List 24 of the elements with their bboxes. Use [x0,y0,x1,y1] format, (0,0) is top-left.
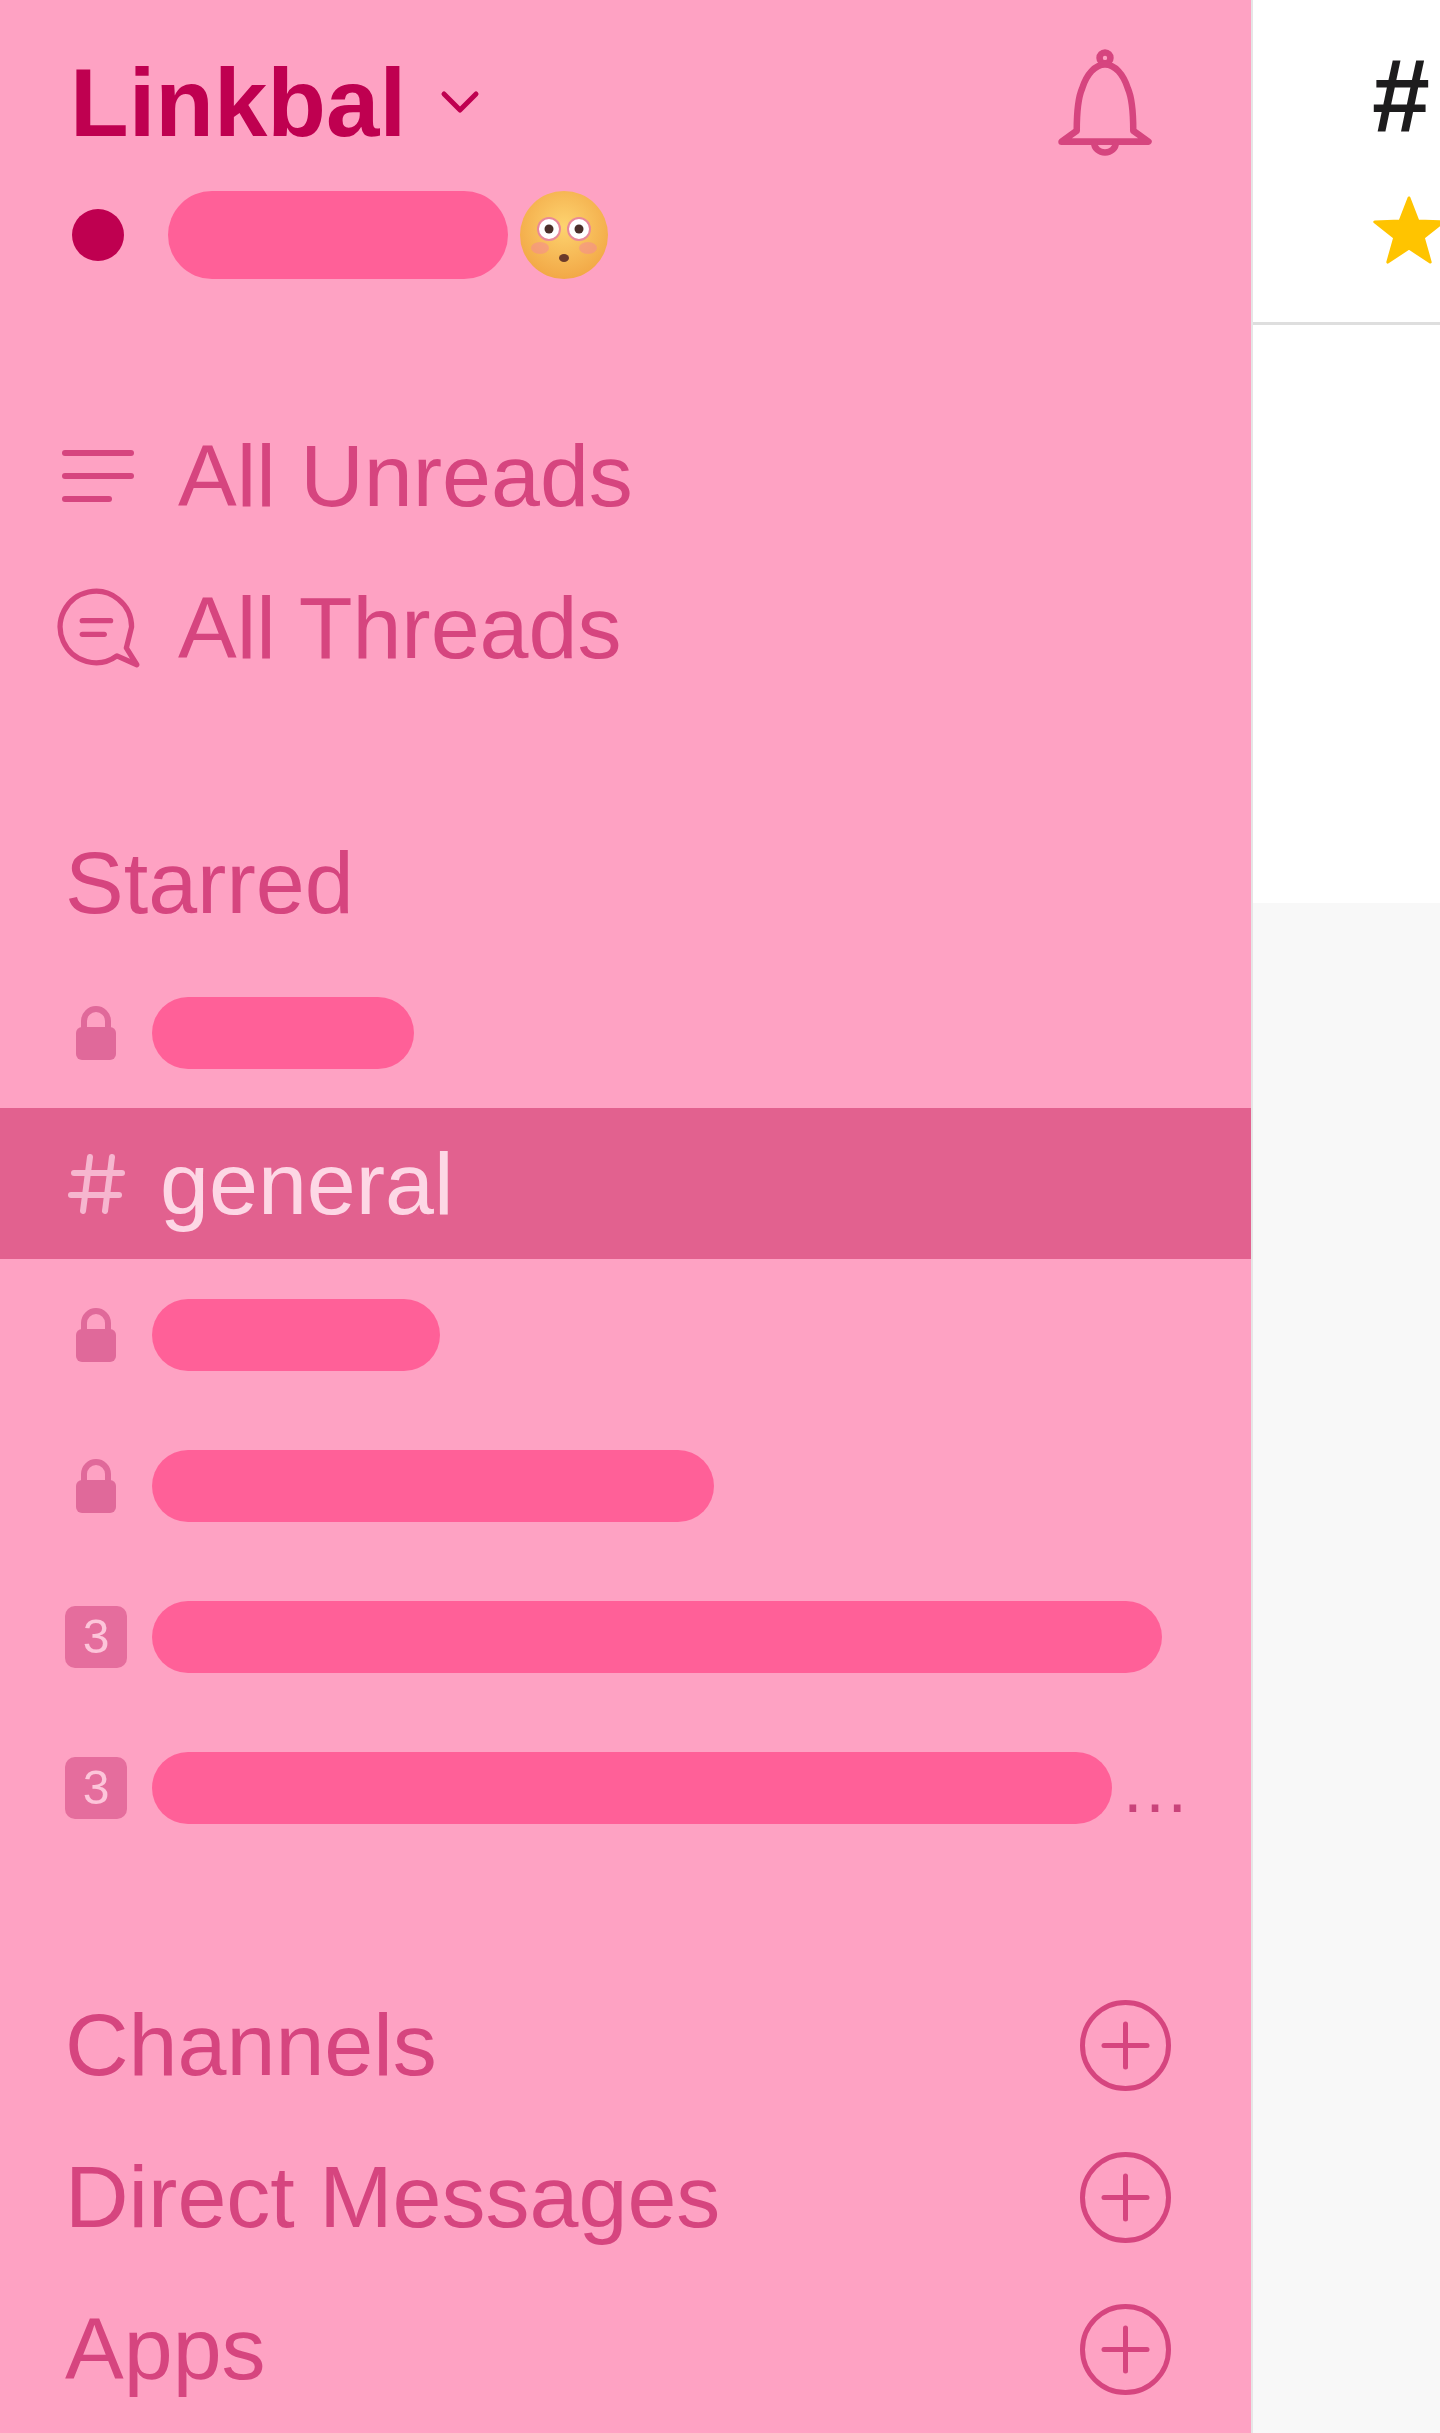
speech-bubble-icon [56,587,140,669]
emoji-icon [520,191,608,279]
section-heading[interactable]: Channels [65,2001,437,2089]
add-button[interactable] [1079,1998,1172,2092]
nav-item[interactable]: All Threads [0,552,622,704]
channel-item[interactable]: general [0,1108,1251,1259]
channel-title: # [1372,43,1430,147]
channel-item[interactable]: 3 [0,1561,1192,1712]
plus-circle-icon [1079,1998,1172,2092]
workspace-menu[interactable]: Linkbal [70,54,481,151]
bell-icon[interactable] [1055,48,1155,157]
plus-circle-icon [1079,2302,1172,2396]
section-heading: Starred [65,839,354,927]
chevron-down-icon [440,89,481,116]
hash-icon [67,1153,125,1214]
plus-circle-icon [1079,2150,1172,2244]
add-button[interactable] [1079,2150,1172,2244]
lines-icon [61,448,135,504]
add-button[interactable] [1079,2302,1172,2396]
star-icon[interactable] [1372,195,1440,265]
channel-item[interactable]: 3 … [0,1712,1220,1863]
nav-item[interactable]: All Unreads [0,400,633,552]
member-count: 3 [65,1756,127,1819]
member-count: 3 [65,1605,127,1668]
